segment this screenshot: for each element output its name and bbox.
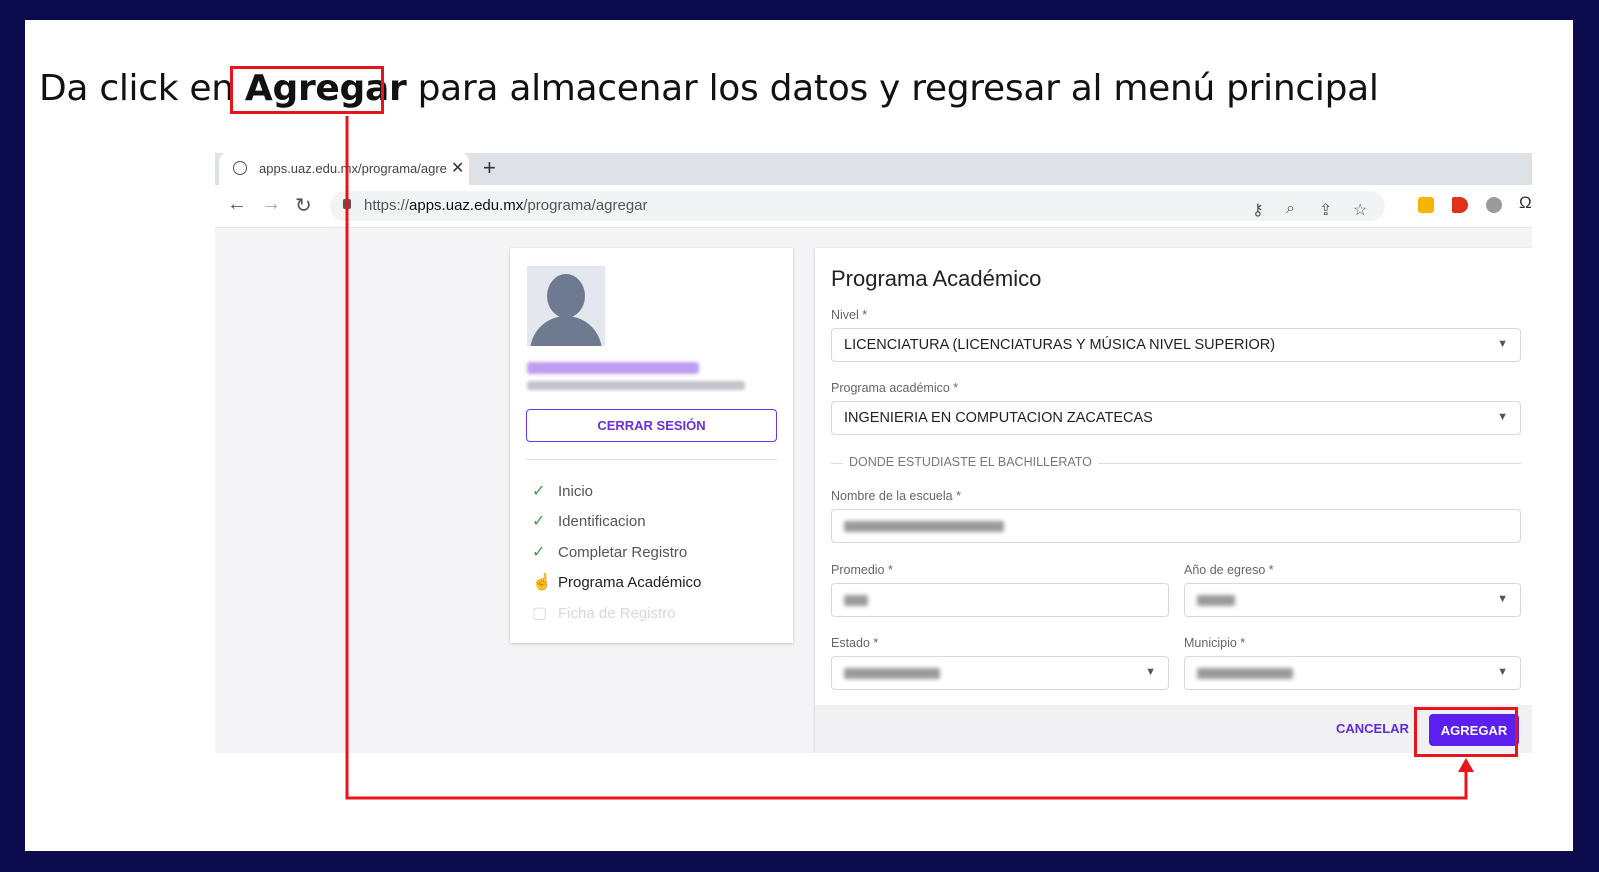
pointer-arrow: [345, 116, 1474, 800]
